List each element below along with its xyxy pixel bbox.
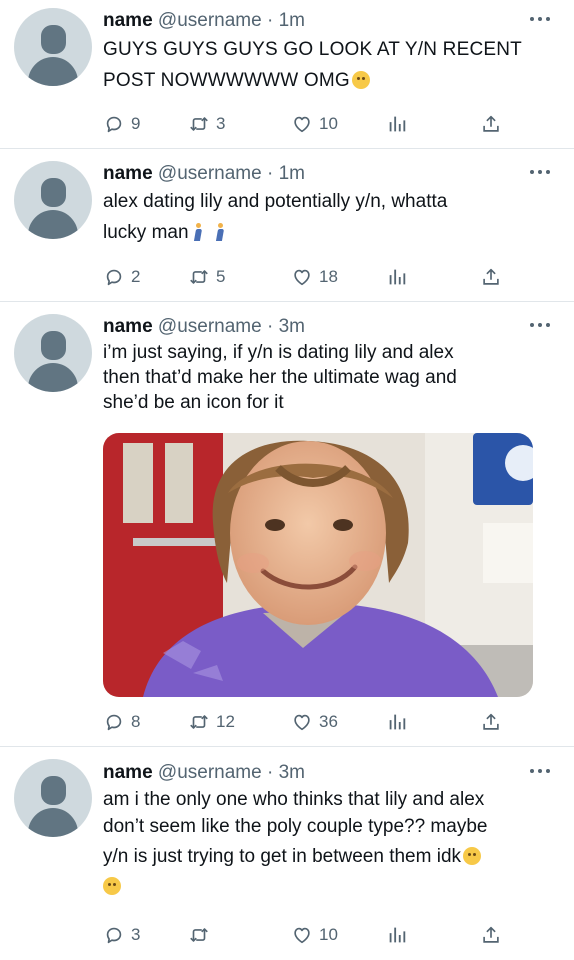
avatar[interactable] — [14, 759, 92, 837]
thinking-face-emoji-icon — [103, 877, 121, 895]
share-button[interactable] — [480, 923, 502, 947]
tweet-text: alex dating lily and potentially y/n, wh… — [103, 186, 553, 248]
share-button[interactable] — [480, 112, 502, 136]
avatar[interactable] — [14, 314, 92, 392]
tweet-text: i’m just saying, if y/n is dating lily a… — [103, 340, 553, 415]
like-icon — [291, 113, 313, 135]
weary-face-emoji-icon — [351, 71, 370, 89]
tweet-actions: 2 5 18 — [103, 265, 503, 289]
tweet-text-line: GUYS GUYS GUYS GO LOOK AT Y/N RECENT — [103, 39, 522, 60]
thinking-face-emoji-icon — [463, 847, 482, 865]
reply-icon — [103, 113, 125, 135]
more-icon[interactable] — [530, 170, 550, 176]
reply-icon — [103, 924, 125, 946]
like-count: 10 — [319, 925, 338, 944]
retweet-button[interactable]: 12 — [188, 710, 235, 734]
handle-time: @username · 3m — [157, 316, 305, 337]
reply-count: 3 — [131, 925, 141, 944]
tweet-header: name @username · 3m — [103, 315, 305, 339]
like-count: 10 — [319, 114, 338, 133]
tweet-text-line: y/n is just trying to get in between the… — [103, 846, 462, 867]
more-icon[interactable] — [530, 17, 550, 23]
reply-button[interactable]: 8 — [103, 710, 140, 734]
share-button[interactable] — [480, 710, 502, 734]
tweet-text-line: then that’d make her the ultimate wag an… — [103, 367, 457, 388]
more-icon[interactable] — [530, 769, 550, 775]
tweet-header: name @username · 3m — [103, 761, 305, 785]
like-button[interactable]: 36 — [291, 710, 338, 734]
tweet-header: name @username · 1m — [103, 162, 305, 186]
walking-man-emoji-icon — [193, 223, 203, 241]
tweet[interactable]: name @username · 1m alex dating lily and… — [0, 149, 574, 301]
share-icon — [480, 266, 502, 288]
tweet[interactable]: name @username · 1m GUYS GUYS GUYS GO LO… — [0, 0, 574, 148]
share-icon — [480, 924, 502, 946]
avatar[interactable] — [14, 8, 92, 86]
reply-button[interactable]: 9 — [103, 112, 140, 136]
tweet-text-line: am i the only one who thinks that lily a… — [103, 789, 485, 810]
like-button[interactable]: 10 — [291, 923, 338, 947]
retweet-button[interactable]: 3 — [188, 112, 225, 136]
tweet-actions: 8 12 36 — [103, 710, 503, 734]
analytics-button[interactable] — [386, 265, 408, 289]
reply-button[interactable]: 3 — [103, 923, 140, 947]
tweet-actions: 3 10 — [103, 923, 503, 947]
analytics-button[interactable] — [386, 923, 408, 947]
reply-icon — [103, 266, 125, 288]
display-name[interactable]: name — [103, 10, 153, 31]
like-count: 18 — [319, 267, 338, 286]
retweet-icon — [188, 711, 210, 733]
share-button[interactable] — [480, 265, 502, 289]
like-count: 36 — [319, 712, 338, 731]
tweet-text-line: i’m just saying, if y/n is dating lily a… — [103, 342, 454, 363]
like-button[interactable]: 18 — [291, 265, 338, 289]
analytics-icon — [386, 924, 408, 946]
retweet-count: 3 — [216, 114, 226, 133]
tweet-text: am i the only one who thinks that lily a… — [103, 787, 553, 902]
reply-count: 8 — [131, 712, 141, 731]
display-name[interactable]: name — [103, 316, 153, 337]
tweet-text-line: she’d be an icon for it — [103, 392, 284, 413]
like-icon — [291, 266, 313, 288]
walking-man-emoji-icon — [215, 223, 225, 241]
reply-count: 2 — [131, 267, 141, 286]
tweet-photo[interactable] — [103, 433, 533, 697]
display-name[interactable]: name — [103, 762, 153, 783]
more-icon[interactable] — [530, 323, 550, 329]
reply-icon — [103, 711, 125, 733]
display-name[interactable]: name — [103, 163, 153, 184]
tweet-text-line: don’t seem like the poly couple type?? m… — [103, 816, 488, 837]
tweet-text-line: lucky man — [103, 222, 189, 243]
handle-time: @username · 1m — [157, 10, 305, 31]
photo-image — [103, 433, 533, 697]
retweet-icon — [188, 266, 210, 288]
like-button[interactable]: 10 — [291, 112, 338, 136]
share-icon — [480, 711, 502, 733]
analytics-button[interactable] — [386, 710, 408, 734]
tweet-text-line: POST NOWWWWWW OMG — [103, 70, 350, 91]
reply-button[interactable]: 2 — [103, 265, 140, 289]
handle-time: @username · 3m — [157, 762, 305, 783]
tweet-actions: 9 3 10 — [103, 112, 503, 136]
tweet[interactable]: name @username · 3m am i the only one wh… — [0, 747, 574, 960]
analytics-icon — [386, 113, 408, 135]
retweet-count: 12 — [216, 712, 235, 731]
handle-time: @username · 1m — [157, 163, 305, 184]
tweet-text: GUYS GUYS GUYS GO LOOK AT Y/N RECENT POS… — [103, 34, 553, 96]
like-icon — [291, 711, 313, 733]
retweet-button[interactable]: 5 — [188, 265, 225, 289]
share-icon — [480, 113, 502, 135]
retweet-icon — [188, 924, 210, 946]
retweet-button[interactable] — [188, 923, 216, 947]
avatar[interactable] — [14, 161, 92, 239]
like-icon — [291, 924, 313, 946]
analytics-icon — [386, 266, 408, 288]
analytics-icon — [386, 711, 408, 733]
retweet-icon — [188, 113, 210, 135]
reply-count: 9 — [131, 114, 141, 133]
analytics-button[interactable] — [386, 112, 408, 136]
tweet-header: name @username · 1m — [103, 9, 305, 33]
tweet-text-line: alex dating lily and potentially y/n, wh… — [103, 191, 448, 212]
retweet-count: 5 — [216, 267, 226, 286]
